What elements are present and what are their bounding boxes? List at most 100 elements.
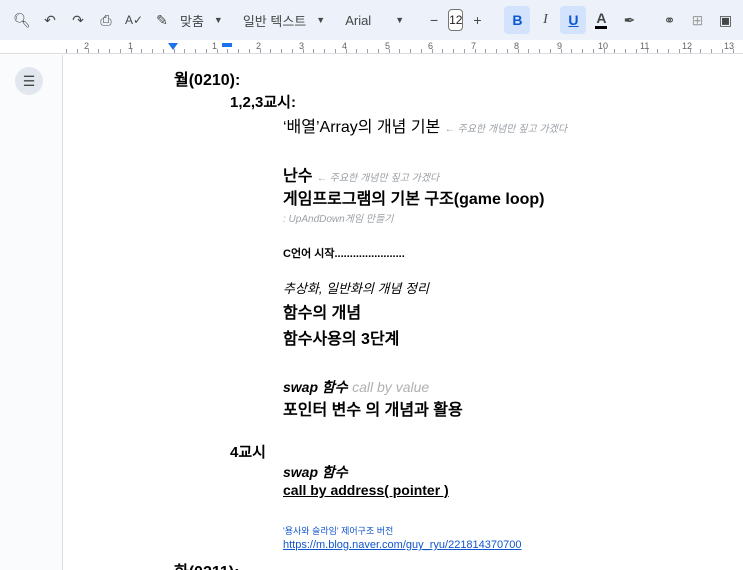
bold-button[interactable]: B <box>504 6 531 34</box>
ruler-tick <box>485 49 486 53</box>
ruler-tick <box>679 49 680 53</box>
text-color-bar <box>595 26 608 29</box>
left-gutter: ☰ <box>0 55 63 570</box>
ruler-tick <box>367 49 368 53</box>
ruler-tick <box>571 49 572 53</box>
zoom-label: 맞춤 <box>180 13 204 29</box>
ruler-tick <box>313 49 314 53</box>
ruler-tick <box>303 49 304 53</box>
function-steps-text: 함수사용의 3단계 <box>283 331 400 348</box>
ruler-tick <box>356 49 357 53</box>
search-menus-icon[interactable]: 🔍︎ <box>9 6 35 34</box>
ruler-tick <box>292 49 293 53</box>
call-by-address-text: call by address( pointer ) <box>283 482 449 498</box>
ruler-tick <box>647 49 648 53</box>
chevron-down-icon: ▼ <box>316 15 326 25</box>
ruler-tick <box>77 49 78 53</box>
ruler-tick <box>163 49 164 53</box>
ruler-tick <box>518 49 519 53</box>
decrease-font-size-button[interactable]: − <box>421 6 447 34</box>
text-color-button[interactable]: A <box>588 6 614 34</box>
blog-link[interactable]: https://m.blog.naver.com/guy_ryu/2218143… <box>283 539 522 551</box>
ruler-tick <box>625 49 626 53</box>
print-icon[interactable]: ⎙ <box>93 6 119 34</box>
abstraction-text: 추상화, 일반화의 개념 정리 <box>283 281 430 296</box>
left-indent-marker[interactable] <box>168 43 178 50</box>
font-label: Arial <box>345 12 372 28</box>
ruler-tick <box>496 49 497 53</box>
chevron-down-icon: ▼ <box>395 15 405 25</box>
random-text: 난수 <box>283 168 313 185</box>
style-dropdown[interactable]: 일반 텍스트 ▼ <box>239 6 329 34</box>
ruler-tick <box>700 49 701 53</box>
text-color-icon: A <box>595 10 608 29</box>
gameloop-text: 게임프로그램의 기본 구조(game loop) <box>283 191 545 208</box>
ruler-tick <box>98 49 99 53</box>
ruler-tick <box>174 49 175 53</box>
text-color-letter: A <box>596 10 607 26</box>
ruler-number: 10 <box>598 41 609 51</box>
horizontal-ruler[interactable]: 2 1 1 2 3 4 5 6 7 8 9 10 11 12 13 <box>0 40 743 54</box>
function-concept-text: 함수의 개념 <box>283 305 362 322</box>
paint-format-icon[interactable]: ✎ <box>149 6 175 34</box>
c-start-text: C언어 시작....................... <box>283 248 405 260</box>
first-line-indent-marker[interactable] <box>222 43 232 47</box>
underline-button[interactable]: U <box>560 6 587 34</box>
ruler-tick <box>528 49 529 53</box>
ruler-tick <box>421 49 422 53</box>
array-note: ← 주요한 개념만 짚고 가겠다 <box>444 124 568 135</box>
ruler-tick <box>657 49 658 53</box>
ruler-tick <box>432 49 433 53</box>
redo-icon[interactable]: ↷ <box>65 6 91 34</box>
ruler-tick <box>217 49 218 53</box>
undo-icon[interactable]: ↶ <box>37 6 63 34</box>
font-dropdown[interactable]: Arial ▼ <box>341 6 408 34</box>
italic-button[interactable]: I <box>532 6 558 34</box>
chevron-down-icon: ▼ <box>213 15 223 25</box>
random-note: ← 주요한 개념만 짚고 가겠다 <box>316 173 440 184</box>
ruler-tick <box>88 49 89 53</box>
day1-heading: 월(0210): <box>174 72 241 89</box>
ruler-tick <box>690 49 691 53</box>
ruler-tick <box>335 49 336 53</box>
updown-note: : UpAndDown게임 만들기 <box>283 214 394 225</box>
ruler-tick <box>184 49 185 53</box>
ruler-tick <box>131 49 132 53</box>
ruler-tick <box>109 49 110 53</box>
ruler-tick <box>539 49 540 53</box>
ruler-tick <box>141 49 142 53</box>
ruler-tick <box>561 49 562 53</box>
add-comment-icon[interactable]: ⊞ <box>684 6 710 34</box>
ruler-tick <box>453 49 454 53</box>
spellcheck-icon[interactable]: A✓ <box>121 6 147 34</box>
ruler-tick <box>66 49 67 53</box>
ruler-tick <box>475 49 476 53</box>
ruler-tick <box>399 49 400 53</box>
ruler-tick <box>346 49 347 53</box>
ruler-tick <box>389 49 390 53</box>
blue-caption: '용사와 슬라임' 제어구조 버전 <box>283 526 394 536</box>
zoom-dropdown[interactable]: 맞춤 ▼ <box>176 6 227 34</box>
ruler-tick <box>636 49 637 53</box>
insert-image-icon[interactable]: ▣ <box>712 6 738 34</box>
ruler-tick <box>195 49 196 53</box>
document-outline-icon[interactable]: ☰ <box>15 67 43 95</box>
ruler-tick <box>260 49 261 53</box>
period4-heading: 4교시 <box>230 444 266 461</box>
insert-link-icon[interactable]: ⚭ <box>656 6 682 34</box>
ruler-tick <box>270 49 271 53</box>
style-label: 일반 텍스트 <box>242 13 307 29</box>
ruler-tick <box>614 49 615 53</box>
ruler-tick <box>249 49 250 53</box>
font-size-input[interactable]: 12 <box>448 9 464 31</box>
ruler-tick <box>711 49 712 53</box>
highlight-icon[interactable]: ✒ <box>616 6 642 34</box>
ruler-tick <box>227 49 228 53</box>
ruler-tick <box>238 49 239 53</box>
ruler-tick <box>604 49 605 53</box>
array-line: ‘배열’Array의 개념 기본 ← 주요한 개념만 짚고 가겠다 <box>283 113 567 137</box>
ruler-tick <box>281 49 282 53</box>
document-page[interactable]: 월(0210): 1,2,3교시: ‘배열’Array의 개념 기본 ← 주요한… <box>64 55 743 570</box>
increase-font-size-button[interactable]: + <box>464 6 490 34</box>
ruler-tick <box>722 49 723 53</box>
